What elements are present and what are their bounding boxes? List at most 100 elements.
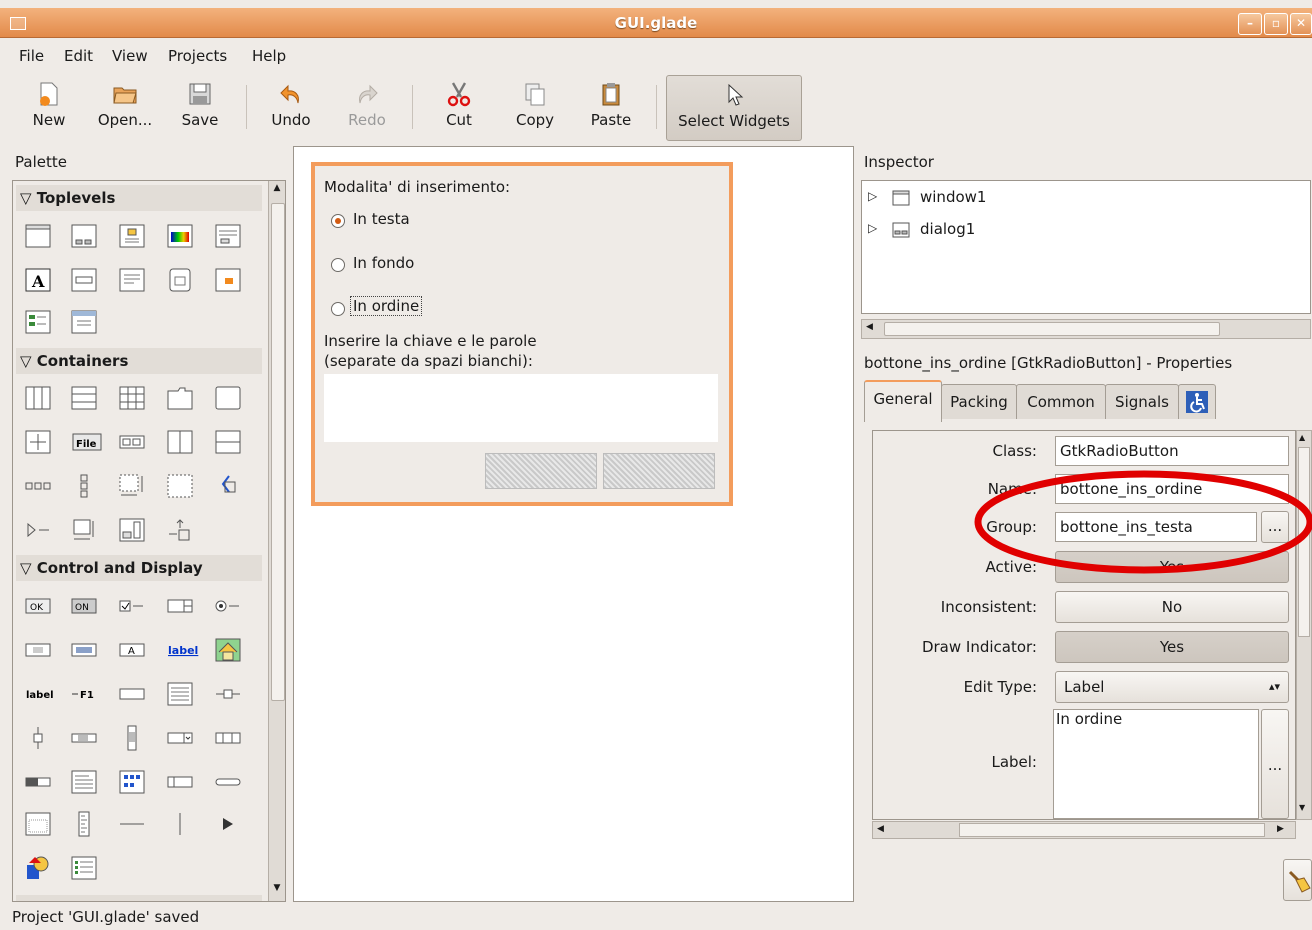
vbox-icon[interactable] [71,385,97,411]
copy-button[interactable]: Copy [506,75,564,139]
scroll-left-icon[interactable]: ◀ [877,824,884,834]
combo-box-entry-icon[interactable] [215,725,241,751]
clear-button[interactable] [1283,859,1312,901]
ruler-icon[interactable] [71,811,97,837]
inconsistent-toggle[interactable]: No [1055,591,1289,623]
hbutton-box-icon[interactable] [25,473,51,499]
redo-button[interactable]: Redo [338,75,396,139]
layout-icon[interactable] [119,473,145,499]
scroll-down-icon[interactable]: ▼ [1299,803,1305,812]
file-chooser-widget-icon[interactable] [71,855,97,881]
menu-file[interactable]: File [19,47,44,65]
table-icon[interactable] [119,385,145,411]
scroll-up-icon[interactable]: ▲ [1299,433,1305,442]
vbutton-box-icon[interactable] [71,473,97,499]
text-entry-area[interactable] [324,374,718,442]
window-widget-icon[interactable] [25,223,51,249]
button-widget-icon[interactable]: OK [25,593,51,619]
assistant-icon[interactable] [215,267,241,293]
vscrollbar-icon[interactable] [119,725,145,751]
tab-accessibility[interactable] [1178,384,1216,419]
tree-item-window1[interactable]: window1 [920,188,986,206]
label-widget-icon[interactable]: A [119,637,145,663]
hscrollbar-icon[interactable] [71,725,97,751]
spin-button-icon[interactable] [167,593,193,619]
palette-scrollbar[interactable]: ▲ ▼ [268,181,285,901]
statusbar-widget-icon[interactable] [167,769,193,795]
vscale-icon[interactable] [25,725,51,751]
placeholder-button-2[interactable] [603,453,715,489]
scroll-left-icon[interactable]: ◀ [866,322,873,332]
label-edit-button[interactable]: ... [1261,709,1289,819]
entry-small-icon[interactable] [25,637,51,663]
notebook-icon[interactable] [167,385,193,411]
tree-item-dialog1[interactable]: dialog1 [920,220,975,238]
undo-button[interactable]: Undo [262,75,320,139]
properties-hscrollbar[interactable]: ◀ ▶ [872,821,1296,839]
text-view-icon[interactable] [167,681,193,707]
tab-common[interactable]: Common [1016,384,1106,419]
handle-box-icon[interactable] [167,517,193,543]
palette-group-toplevels[interactable]: ▽ Toplevels [16,185,262,211]
plug-icon[interactable] [25,309,51,335]
expander-widget-icon[interactable] [25,517,51,543]
label-text-area[interactable]: In ordine [1053,709,1259,819]
palette-group-control-and-display[interactable]: ▽ Control and Display [16,555,262,581]
scroll-right-icon[interactable]: ▶ [1277,824,1284,834]
inspector-tree[interactable]: ▷ window1 ▷ dialog1 [861,180,1311,314]
toggle-button-icon[interactable]: ON [71,593,97,619]
paste-button[interactable]: Paste [582,75,640,139]
frame-icon[interactable] [215,385,241,411]
menu-help[interactable]: Help [252,47,286,65]
placeholder-button-1[interactable] [485,453,597,489]
tab-general[interactable]: General [864,380,942,422]
radio-button-icon[interactable] [215,593,241,619]
expand-arrow-icon[interactable]: ▷ [868,221,877,235]
inspector-hscrollbar[interactable]: ◀ [861,319,1311,339]
accel-label-icon[interactable]: F1 [71,681,103,707]
link-button-icon[interactable]: label [167,637,201,663]
check-button-icon[interactable] [119,593,145,619]
about-dialog-icon[interactable] [119,223,145,249]
hscale-icon[interactable] [215,681,241,707]
dialog-widget-icon[interactable] [71,223,97,249]
drawing-area-icon[interactable] [25,855,51,881]
icon-view-icon[interactable] [119,769,145,795]
dialog-preview[interactable]: Modalita' di inserimento: In testa In fo… [311,162,733,506]
cut-button[interactable]: Cut [430,75,488,139]
event-box-icon[interactable] [119,517,145,543]
arrow-widget-icon[interactable] [215,811,241,837]
radio-in-testa[interactable] [331,214,345,228]
save-button[interactable]: Save [172,75,228,139]
new-button[interactable]: New [22,75,76,139]
menu-projects[interactable]: Projects [168,47,227,65]
vpaned-icon[interactable] [215,429,241,455]
viewport-icon[interactable] [71,517,97,543]
color-selection-dialog-icon[interactable] [167,223,193,249]
hbox-icon[interactable] [25,385,51,411]
recent-chooser-icon[interactable] [167,267,193,293]
image-widget-icon[interactable] [215,637,241,663]
select-widgets-button[interactable]: Select Widgets [666,75,802,141]
inspector-scroll-thumb[interactable] [884,322,1220,336]
expand-arrow-icon[interactable]: ▷ [868,189,877,203]
menu-edit[interactable]: Edit [64,47,93,65]
edit-type-combo[interactable]: Label ▴▾ [1055,671,1289,703]
open-button[interactable]: Open... [90,75,160,139]
progress-bar-icon[interactable] [25,769,51,795]
page-setup-icon[interactable] [71,309,97,335]
tab-packing[interactable]: Packing [941,384,1017,419]
vseparator-icon[interactable] [167,811,193,837]
radio-in-fondo[interactable] [331,258,345,272]
menu-bar-icon[interactable]: File [71,429,103,455]
entry-icon[interactable] [71,637,97,663]
hseparator-icon[interactable] [119,811,145,837]
toolbar-icon[interactable] [119,429,145,455]
fixed-icon[interactable] [25,429,51,455]
input-dialog-icon[interactable] [71,267,97,293]
separator-bar-icon[interactable] [215,769,241,795]
properties-hscroll-thumb[interactable] [959,823,1265,837]
maximize-icon[interactable]: ▫ [1264,13,1288,35]
calendar-icon[interactable] [25,811,51,837]
scroll-down-icon[interactable]: ▼ [271,883,283,897]
